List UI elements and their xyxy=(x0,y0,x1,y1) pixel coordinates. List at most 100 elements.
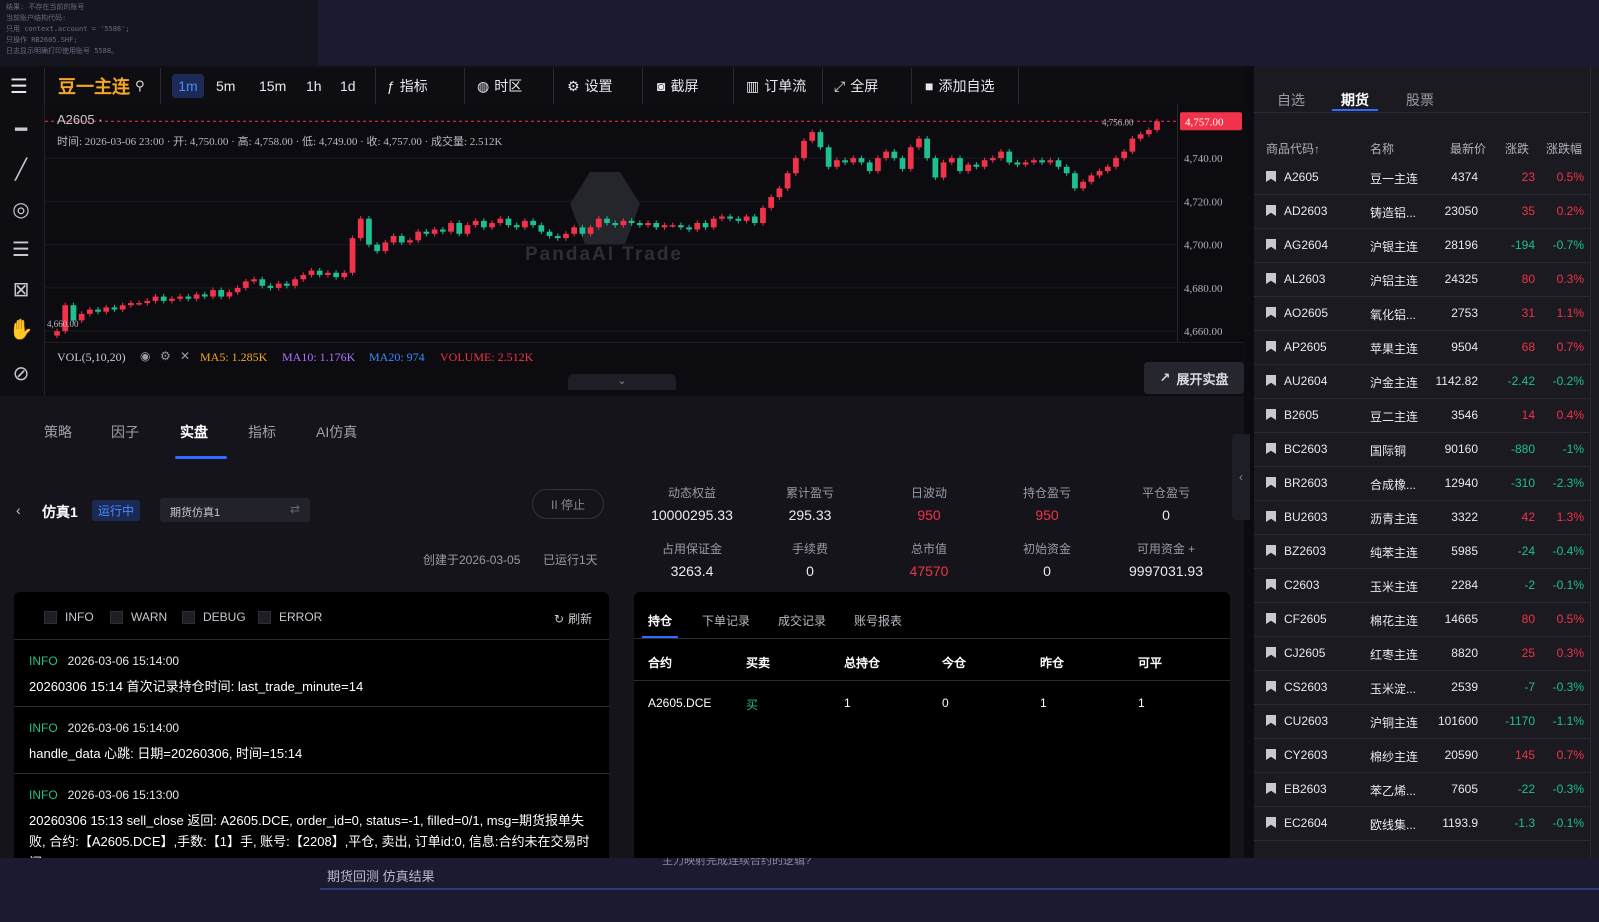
watchlist-row[interactable]: CS2603 玉米淀... 2539 -7 -0.3% xyxy=(1254,670,1590,705)
row-change-pct: 1.1% xyxy=(1556,306,1584,320)
stop-button[interactable]: II 停止 xyxy=(532,489,604,519)
order-flow-button[interactable]: ▥ 订单流 xyxy=(746,68,806,104)
tab-positions[interactable]: 持仓 xyxy=(648,612,672,629)
fibonacci-icon[interactable]: ☰ xyxy=(8,236,34,262)
expand-live-button[interactable]: ↗ 展开实盘 xyxy=(1144,362,1244,394)
bookmark-icon[interactable] xyxy=(1266,545,1276,556)
bookmark-icon[interactable] xyxy=(1266,749,1276,760)
watchlist-row[interactable]: AL2603 沪铝主连 24325 80 0.3% xyxy=(1254,262,1590,297)
circle-target-icon[interactable]: ◎ xyxy=(8,196,34,222)
chevron-down-icon[interactable]: ⌄ xyxy=(568,374,676,390)
bookmark-icon[interactable] xyxy=(1266,273,1276,284)
watchlist-row[interactable]: AG2604 沪银主连 28196 -194 -0.7% xyxy=(1254,228,1590,263)
tab-watchlist[interactable]: 自选 xyxy=(1277,90,1305,110)
filter-warn-checkbox[interactable]: WARN xyxy=(110,610,167,624)
tab-futures[interactable]: 期货 xyxy=(1341,90,1369,110)
scrollbar[interactable] xyxy=(1590,66,1599,858)
bookmark-icon[interactable] xyxy=(1266,647,1276,658)
watchlist-row[interactable]: BC2603 国际铜 90160 -880 -1% xyxy=(1254,432,1590,467)
interval-5m[interactable]: 5m xyxy=(216,68,235,104)
background-tabs-text[interactable]: 期货回测 仿真结果 xyxy=(327,866,435,885)
close-icon[interactable]: ✕ xyxy=(180,349,190,364)
screenshot-button[interactable]: ◙ 截屏 xyxy=(657,68,698,104)
price-axis[interactable]: 4,740.00 4,720.00 4,700.00 4,680.00 4,660.00… xyxy=(1177,104,1244,342)
watchlist-row[interactable]: A2605 豆一主连 4374 23 0.5% xyxy=(1254,160,1590,195)
settings-button[interactable]: ⚙ 设置 xyxy=(567,68,613,104)
bookmark-icon[interactable] xyxy=(1266,239,1276,250)
interval-1d[interactable]: 1d xyxy=(340,68,356,104)
tab-factor[interactable]: 因子 xyxy=(111,422,139,442)
watchlist-row[interactable]: CU2603 沪铜主连 101600 -1170 -1.1% xyxy=(1254,704,1590,739)
timezone-button[interactable]: ◍ 时区 xyxy=(477,68,522,104)
watchlist-row[interactable]: BZ2603 纯苯主连 5985 -24 -0.4% xyxy=(1254,534,1590,569)
column-header[interactable]: 涨跌幅 xyxy=(1546,140,1582,157)
eye-icon[interactable]: ◉ xyxy=(140,349,150,364)
bookmark-icon[interactable] xyxy=(1266,205,1276,216)
bookmark-icon[interactable] xyxy=(1266,579,1276,590)
bookmark-icon[interactable] xyxy=(1266,511,1276,522)
gear-icon[interactable]: ⚙ xyxy=(160,349,171,364)
bookmark-icon[interactable] xyxy=(1266,613,1276,624)
bookmark-icon[interactable] xyxy=(1266,443,1276,454)
interval-1m[interactable]: 1m xyxy=(172,74,204,98)
watchlist-row[interactable]: B2605 豆二主连 3546 14 0.4% xyxy=(1254,398,1590,433)
tab-account-report[interactable]: 账号报表 xyxy=(854,612,902,629)
bookmark-icon[interactable] xyxy=(1266,715,1276,726)
hand-icon[interactable]: ✋ xyxy=(8,316,34,342)
tab-live[interactable]: 实盘 xyxy=(180,422,208,442)
bookmark-icon[interactable] xyxy=(1266,477,1276,488)
watchlist-row[interactable]: AU2604 沪金主连 1142.82 -2.42 -0.2% xyxy=(1254,364,1590,399)
horizontal-line-icon[interactable]: ━ xyxy=(8,116,34,142)
tab-strategy[interactable]: 策略 xyxy=(44,422,72,442)
bookmark-icon[interactable] xyxy=(1266,783,1276,794)
watchlist-row[interactable]: C2603 玉米主连 2284 -2 -0.1% xyxy=(1254,568,1590,603)
bookmark-icon[interactable] xyxy=(1266,375,1276,386)
watchlist-row[interactable]: AP2605 苹果主连 9504 68 0.7% xyxy=(1254,330,1590,365)
watchlist-row[interactable]: EC2604 欧线集... 1193.9 -1.3 -0.1% xyxy=(1254,806,1590,841)
column-header[interactable]: 涨跌 xyxy=(1505,140,1529,157)
menu-icon[interactable]: ☰ xyxy=(10,68,28,104)
bookmark-icon[interactable] xyxy=(1266,817,1276,828)
metric-label: 总市值 xyxy=(910,542,947,556)
magnet-icon[interactable]: ⊘ xyxy=(8,360,34,386)
tab-trade-records[interactable]: 成交记录 xyxy=(778,612,826,629)
interval-1h[interactable]: 1h xyxy=(306,68,322,104)
watchlist-row[interactable]: CY2603 棉纱主连 20590 145 0.7% xyxy=(1254,738,1590,773)
candle xyxy=(719,216,725,219)
tab-stocks[interactable]: 股票 xyxy=(1406,90,1434,110)
trend-line-icon[interactable]: ╱ xyxy=(8,156,34,182)
indicator-button[interactable]: ƒ 指标 xyxy=(387,68,428,104)
filter-debug-checkbox[interactable]: DEBUG xyxy=(182,610,246,624)
back-icon[interactable]: ‹ xyxy=(16,502,21,518)
tab-order-records[interactable]: 下单记录 xyxy=(702,612,750,629)
filter-error-checkbox[interactable]: ERROR xyxy=(258,610,322,624)
collapse-handle-icon[interactable]: ‹ xyxy=(1232,434,1250,520)
filter-info-checkbox[interactable]: INFO xyxy=(44,610,94,624)
bookmark-icon[interactable] xyxy=(1266,409,1276,420)
interval-15m[interactable]: 15m xyxy=(259,68,286,104)
bookmark-icon[interactable] xyxy=(1266,171,1276,182)
watchlist-row[interactable]: AD2603 铸造铝... 23050 35 0.2% xyxy=(1254,194,1590,229)
watchlist-row[interactable]: EB2603 苯乙烯... 7605 -22 -0.3% xyxy=(1254,772,1590,807)
watchlist-row[interactable]: AO2605 氧化铝... 2753 31 1.1% xyxy=(1254,296,1590,331)
bookmark-icon[interactable] xyxy=(1266,681,1276,692)
candlestick-chart[interactable]: 4,756.00 4,660.00 A2605 · 时间: 2026-03-06 … xyxy=(45,104,1177,342)
column-header[interactable]: 商品代码↑ xyxy=(1266,140,1320,157)
position-contract[interactable]: A2605.DCE xyxy=(648,696,711,710)
fullscreen-button[interactable]: ⤢ 全屏 xyxy=(834,68,878,104)
tab-ai-sim[interactable]: AI仿真 xyxy=(316,422,357,442)
watchlist-row[interactable]: BR2603 合成橡... 12940 -310 -2.3% xyxy=(1254,466,1590,501)
bookmark-icon[interactable] xyxy=(1266,307,1276,318)
watchlist-row[interactable]: CJ2605 红枣主连 8820 25 0.3% xyxy=(1254,636,1590,671)
account-select[interactable]: 期货仿真1 ⇄ xyxy=(160,498,310,522)
pattern-icon[interactable]: ⊠ xyxy=(8,276,34,302)
watchlist-row[interactable]: BU2603 沥青主连 3322 42 1.3% xyxy=(1254,500,1590,535)
column-header[interactable]: 名称 xyxy=(1370,140,1394,157)
add-watchlist-button[interactable]: ■ 添加自选 xyxy=(925,68,994,104)
refresh-button[interactable]: ↻ 刷新 xyxy=(554,610,592,627)
watchlist-row[interactable]: CF2605 棉花主连 14665 80 0.5% xyxy=(1254,602,1590,637)
symbol-selector[interactable]: 豆一主连 ⚲ xyxy=(58,68,145,104)
tab-indicator[interactable]: 指标 xyxy=(248,422,276,442)
bookmark-icon[interactable] xyxy=(1266,341,1276,352)
column-header[interactable]: 最新价 xyxy=(1450,140,1486,157)
